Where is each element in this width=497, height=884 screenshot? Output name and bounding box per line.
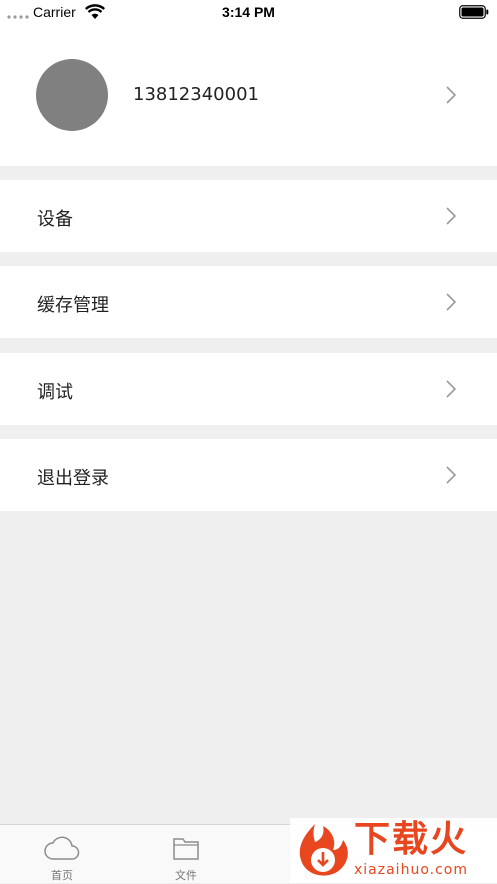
- watermark-subtitle: xiazaihuo.com: [354, 862, 468, 878]
- menu-item-logout[interactable]: 退出登录: [0, 439, 497, 511]
- status-time: 3:14 PM: [222, 4, 275, 20]
- battery-icon: [459, 5, 489, 19]
- user-phone: 13812340001: [133, 84, 259, 105]
- status-bar: Carrier 3:14 PM: [0, 0, 497, 24]
- tab-files[interactable]: 文件: [124, 825, 248, 884]
- chevron-right-icon: [446, 86, 457, 104]
- cloud-icon: [44, 836, 80, 860]
- chevron-right-icon: [446, 466, 457, 484]
- menu-item-label: 缓存管理: [37, 295, 109, 316]
- menu-item-label: 退出登录: [37, 468, 109, 489]
- watermark-logo: 下载火 xiazaihuo.com: [290, 818, 497, 883]
- chevron-right-icon: [446, 207, 457, 225]
- watermark-title: 下载火: [354, 819, 469, 860]
- profile-card[interactable]: 13812340001: [0, 24, 497, 166]
- tab-home[interactable]: 首页: [0, 825, 124, 884]
- menu-item-cache[interactable]: 缓存管理: [0, 266, 497, 338]
- menu-item-label: 调试: [37, 382, 73, 403]
- avatar[interactable]: [36, 59, 108, 131]
- flame-logo-icon: [299, 824, 348, 876]
- tab-label: 文件: [175, 869, 197, 882]
- chevron-right-icon: [446, 380, 457, 398]
- menu-item-label: 设备: [37, 209, 73, 230]
- folder-icon: [173, 838, 199, 860]
- menu-item-debug[interactable]: 调试: [0, 353, 497, 425]
- tab-label: 首页: [51, 869, 73, 882]
- menu-item-device[interactable]: 设备: [0, 180, 497, 252]
- chevron-right-icon: [446, 293, 457, 311]
